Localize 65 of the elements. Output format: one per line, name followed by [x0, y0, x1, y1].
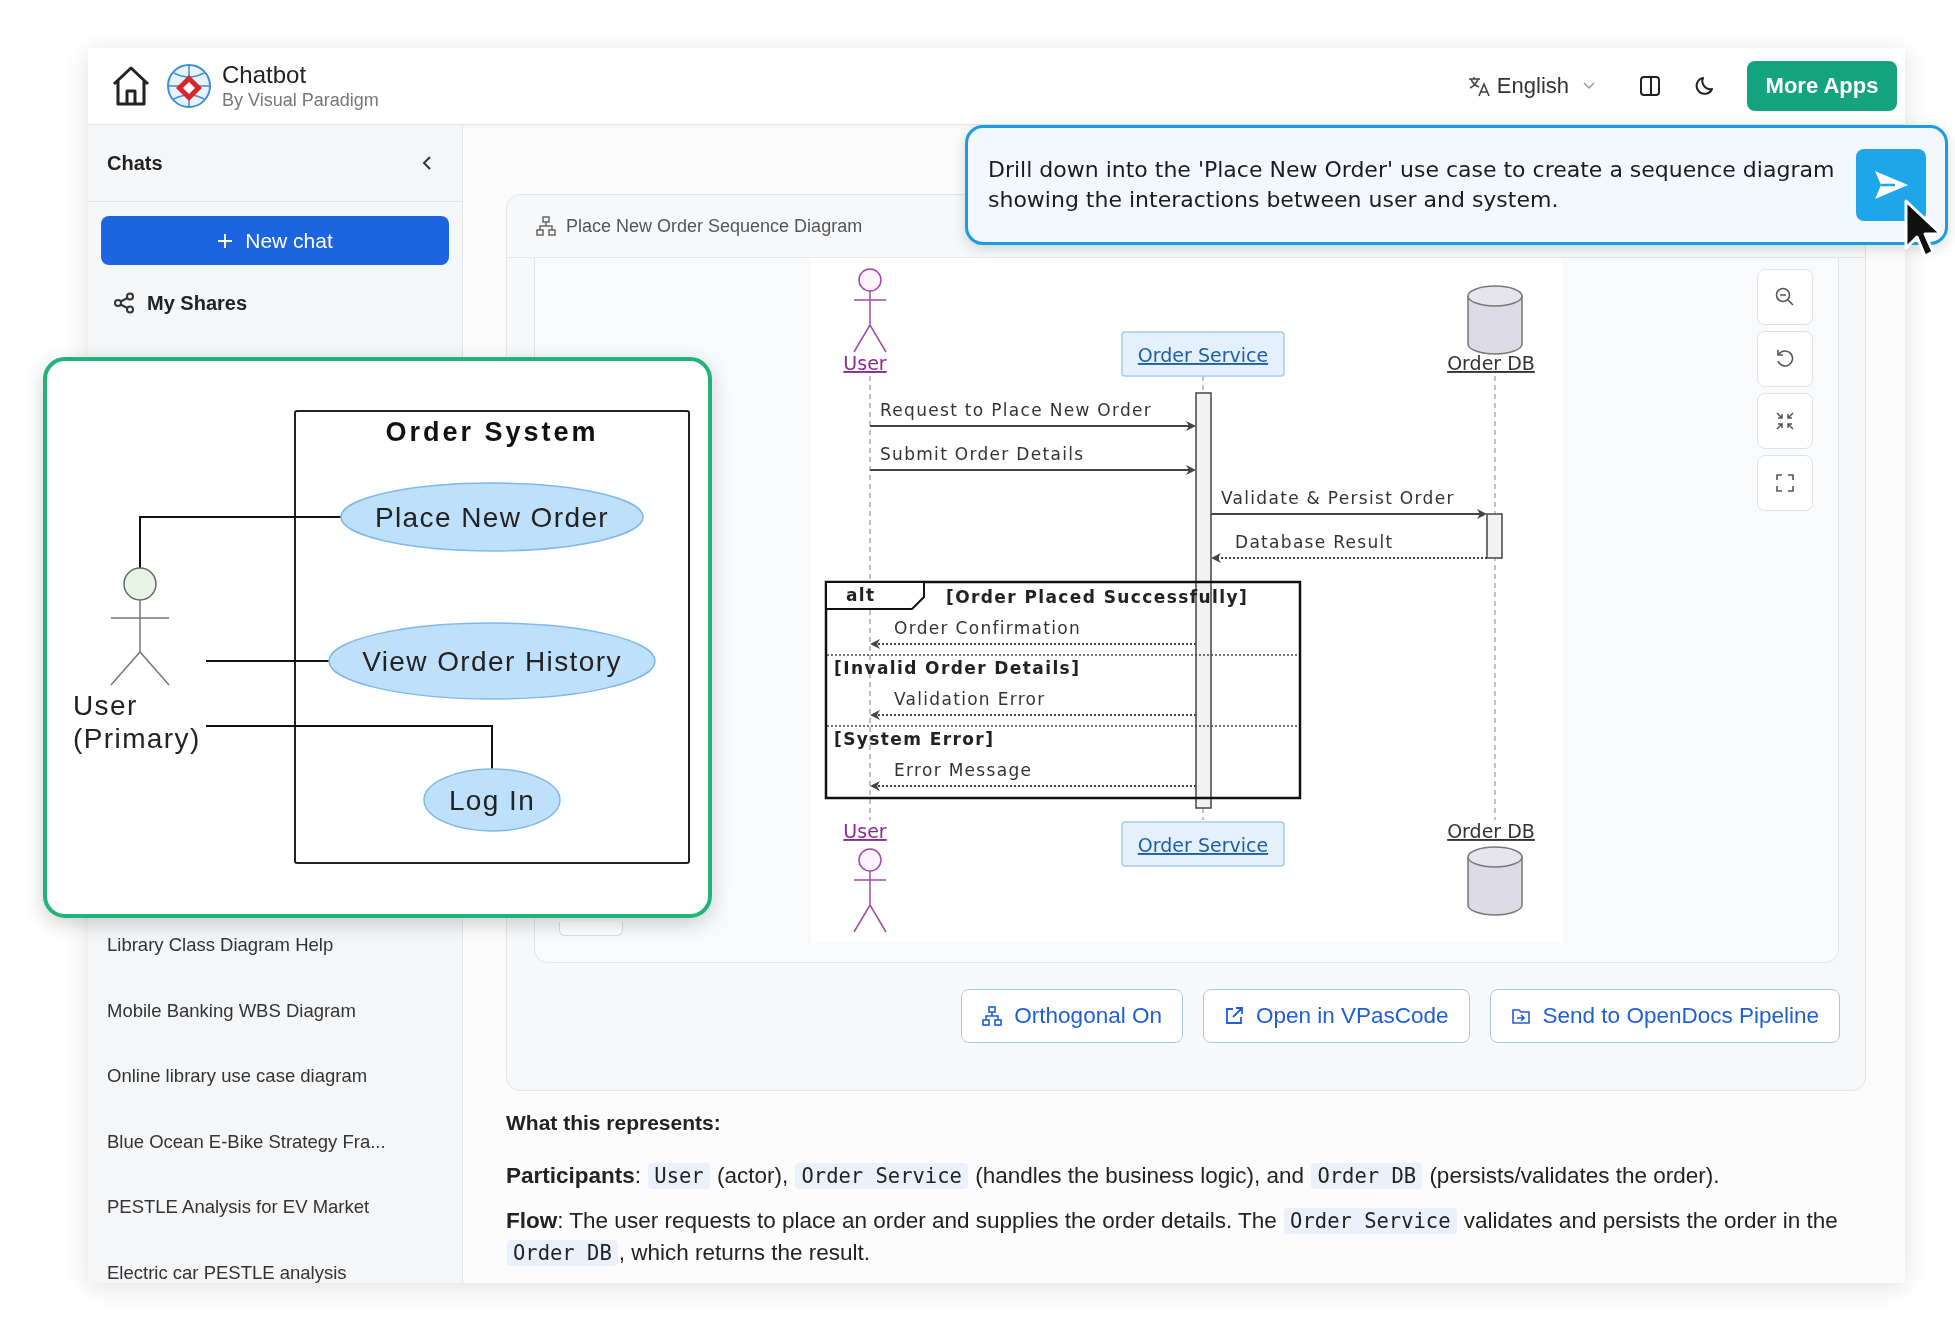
- guard-label: [Invalid Order Details]: [834, 658, 1081, 678]
- message-label: Request to Place New Order: [880, 400, 1153, 420]
- translate-icon: [1466, 74, 1491, 98]
- prompt-text: Drill down into the 'Place New Order' use case to create a sequence diagram showing the interactions between user and system.: [988, 156, 1836, 214]
- new-chat-button[interactable]: New chat: [101, 216, 449, 265]
- actor-label: User (Primary): [73, 690, 201, 754]
- home-icon[interactable]: [110, 64, 152, 108]
- guard-label: [System Error]: [834, 729, 995, 749]
- chevron-down-icon: [1583, 82, 1595, 90]
- fullscreen-icon: [1774, 472, 1796, 494]
- send-button[interactable]: [1856, 149, 1926, 221]
- database-icon: [1467, 846, 1523, 916]
- chat-item[interactable]: Electric car PESTLE analysis: [88, 1252, 462, 1283]
- message-label: Database Result: [1235, 532, 1394, 552]
- reset-button[interactable]: [1757, 331, 1813, 387]
- section-heading: What this represents:: [506, 1111, 722, 1133]
- participant-name: Order DB: [1447, 352, 1535, 374]
- participant-name: Order Service: [1137, 834, 1269, 856]
- message-label: Validation Error: [894, 689, 1046, 709]
- activation-bar: [1486, 513, 1503, 559]
- participant-name: User: [843, 352, 887, 374]
- chat-item[interactable]: PESTLE Analysis for EV Market: [88, 1187, 462, 1227]
- folder-arrow-icon: [1510, 1006, 1531, 1026]
- share-icon: [113, 292, 135, 314]
- message-label: Error Message: [894, 760, 1033, 780]
- database-icon: [1467, 285, 1523, 355]
- action-button[interactable]: Orthogonal On: [961, 989, 1183, 1043]
- participant-name: Order Service: [1137, 344, 1269, 366]
- chevron-left-icon[interactable]: [422, 156, 432, 170]
- external-link-icon: [1223, 1006, 1244, 1026]
- logo-icon: [166, 63, 212, 109]
- fit-button[interactable]: [1757, 393, 1813, 449]
- panel-icon[interactable]: [1639, 75, 1661, 97]
- system-title: Order System: [385, 417, 599, 447]
- my-shares-link[interactable]: My Shares: [113, 278, 248, 328]
- participant-name: Order DB: [1447, 820, 1535, 842]
- chat-item[interactable]: Blue Ocean E-Bike Strategy Fra...: [88, 1121, 462, 1162]
- zoom-out-icon: [1774, 286, 1796, 308]
- use-case-label: Log In: [448, 785, 536, 816]
- diagram-title: Place New Order Sequence Diagram: [566, 215, 863, 237]
- sidebar-heading: Chats: [107, 151, 163, 175]
- fragment-operator: alt: [846, 585, 876, 605]
- shrink-icon: [1774, 410, 1796, 432]
- app-title: Chatbot: [222, 61, 308, 89]
- hierarchy-icon: [982, 1006, 1003, 1026]
- chat-item[interactable]: Online library use case diagram: [88, 1056, 462, 1096]
- paragraph: Participants: User (actor), Order Service (handles the business logic), and Order DB (persists/validates the order).: [506, 1162, 1721, 1191]
- message-label: Order Confirmation: [894, 618, 1082, 638]
- chat-item[interactable]: Mobile Banking WBS Diagram: [88, 990, 462, 1031]
- app-subtitle: By Visual Paradigm: [222, 89, 379, 111]
- hierarchy-icon: [536, 216, 556, 236]
- action-button[interactable]: Send to OpenDocs Pipeline: [1489, 989, 1840, 1043]
- chat-item[interactable]: Library Class Diagram Help: [88, 925, 462, 965]
- message-label: Submit Order Details: [880, 444, 1085, 464]
- message-label: Validate & Persist Order: [1221, 488, 1455, 508]
- action-button[interactable]: Open in VPasCode: [1202, 989, 1470, 1043]
- zoom-out-button[interactable]: [1757, 269, 1813, 325]
- reset-icon: [1774, 348, 1796, 370]
- use-case-label: Place New Order: [374, 502, 610, 533]
- plus-icon: [217, 232, 234, 249]
- paragraph: Flow: The user requests to place an order and supplies the order details. The Order Service validates and persists the order in the Order DB , which returns the result.: [506, 1207, 1839, 1268]
- language-selector[interactable]: English: [1466, 73, 1595, 99]
- use-case-label: View Order History: [362, 646, 622, 677]
- fullscreen-button[interactable]: [1757, 455, 1813, 511]
- participant-name: User: [843, 820, 887, 842]
